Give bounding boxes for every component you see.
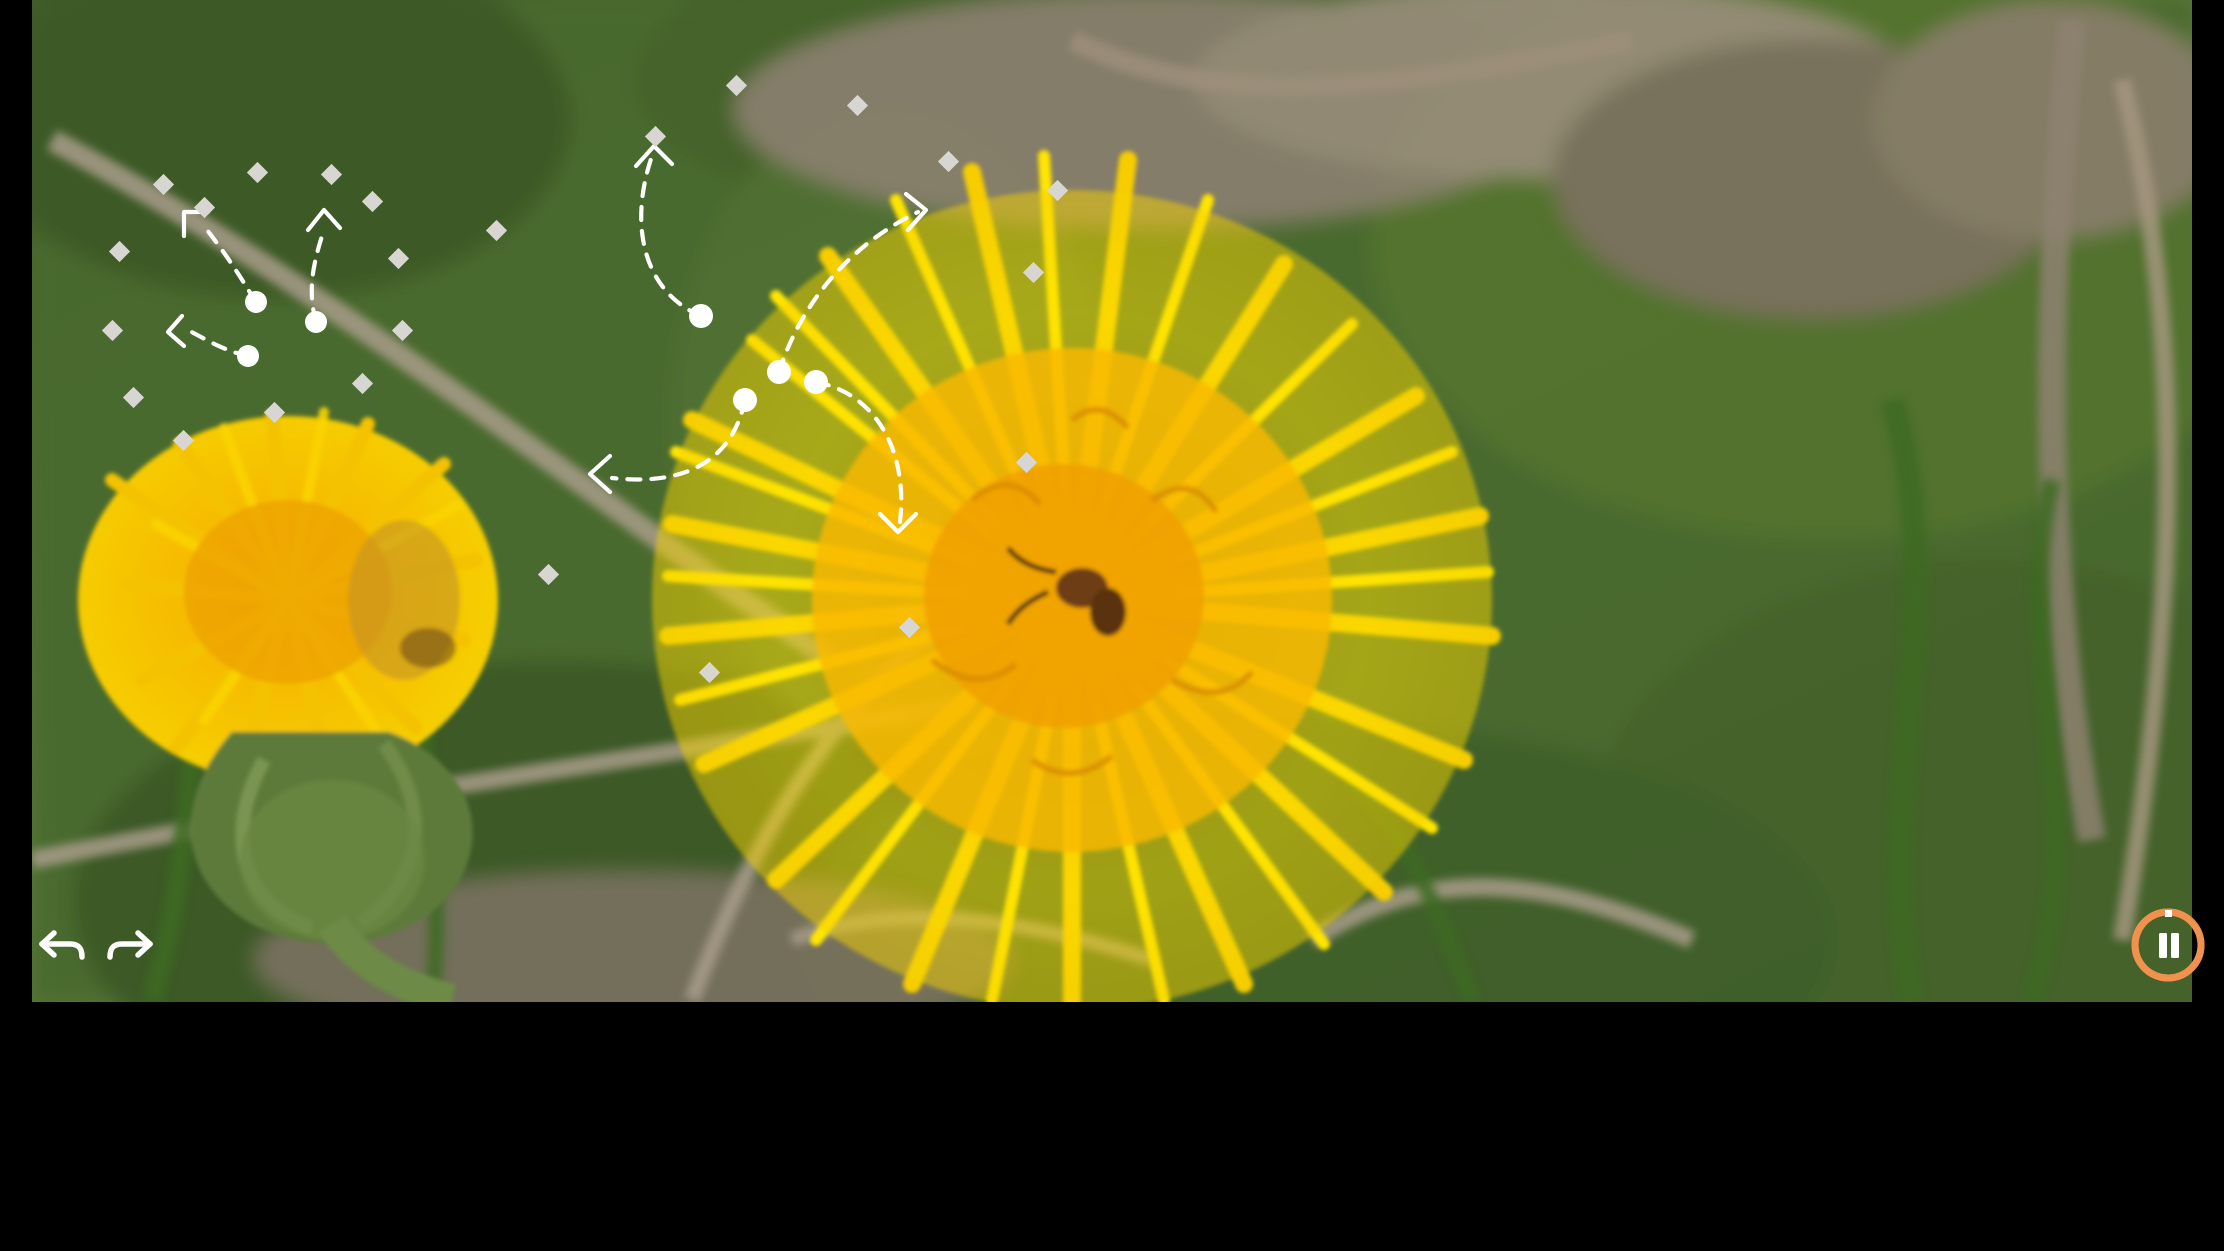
app-root: Path Anchor xyxy=(0,0,2224,1251)
undo-button[interactable] xyxy=(28,920,90,968)
undo-arrow-icon xyxy=(39,930,85,960)
pause-icon xyxy=(2131,908,2205,982)
redo-arrow-icon xyxy=(107,930,153,960)
redo-button[interactable] xyxy=(102,920,164,968)
play-pause-button[interactable] xyxy=(2129,906,2207,984)
photo-canvas[interactable] xyxy=(32,0,2192,1002)
photo-image xyxy=(32,0,2192,1002)
bottom-toolbar: Path Anchor xyxy=(0,1002,2224,1251)
